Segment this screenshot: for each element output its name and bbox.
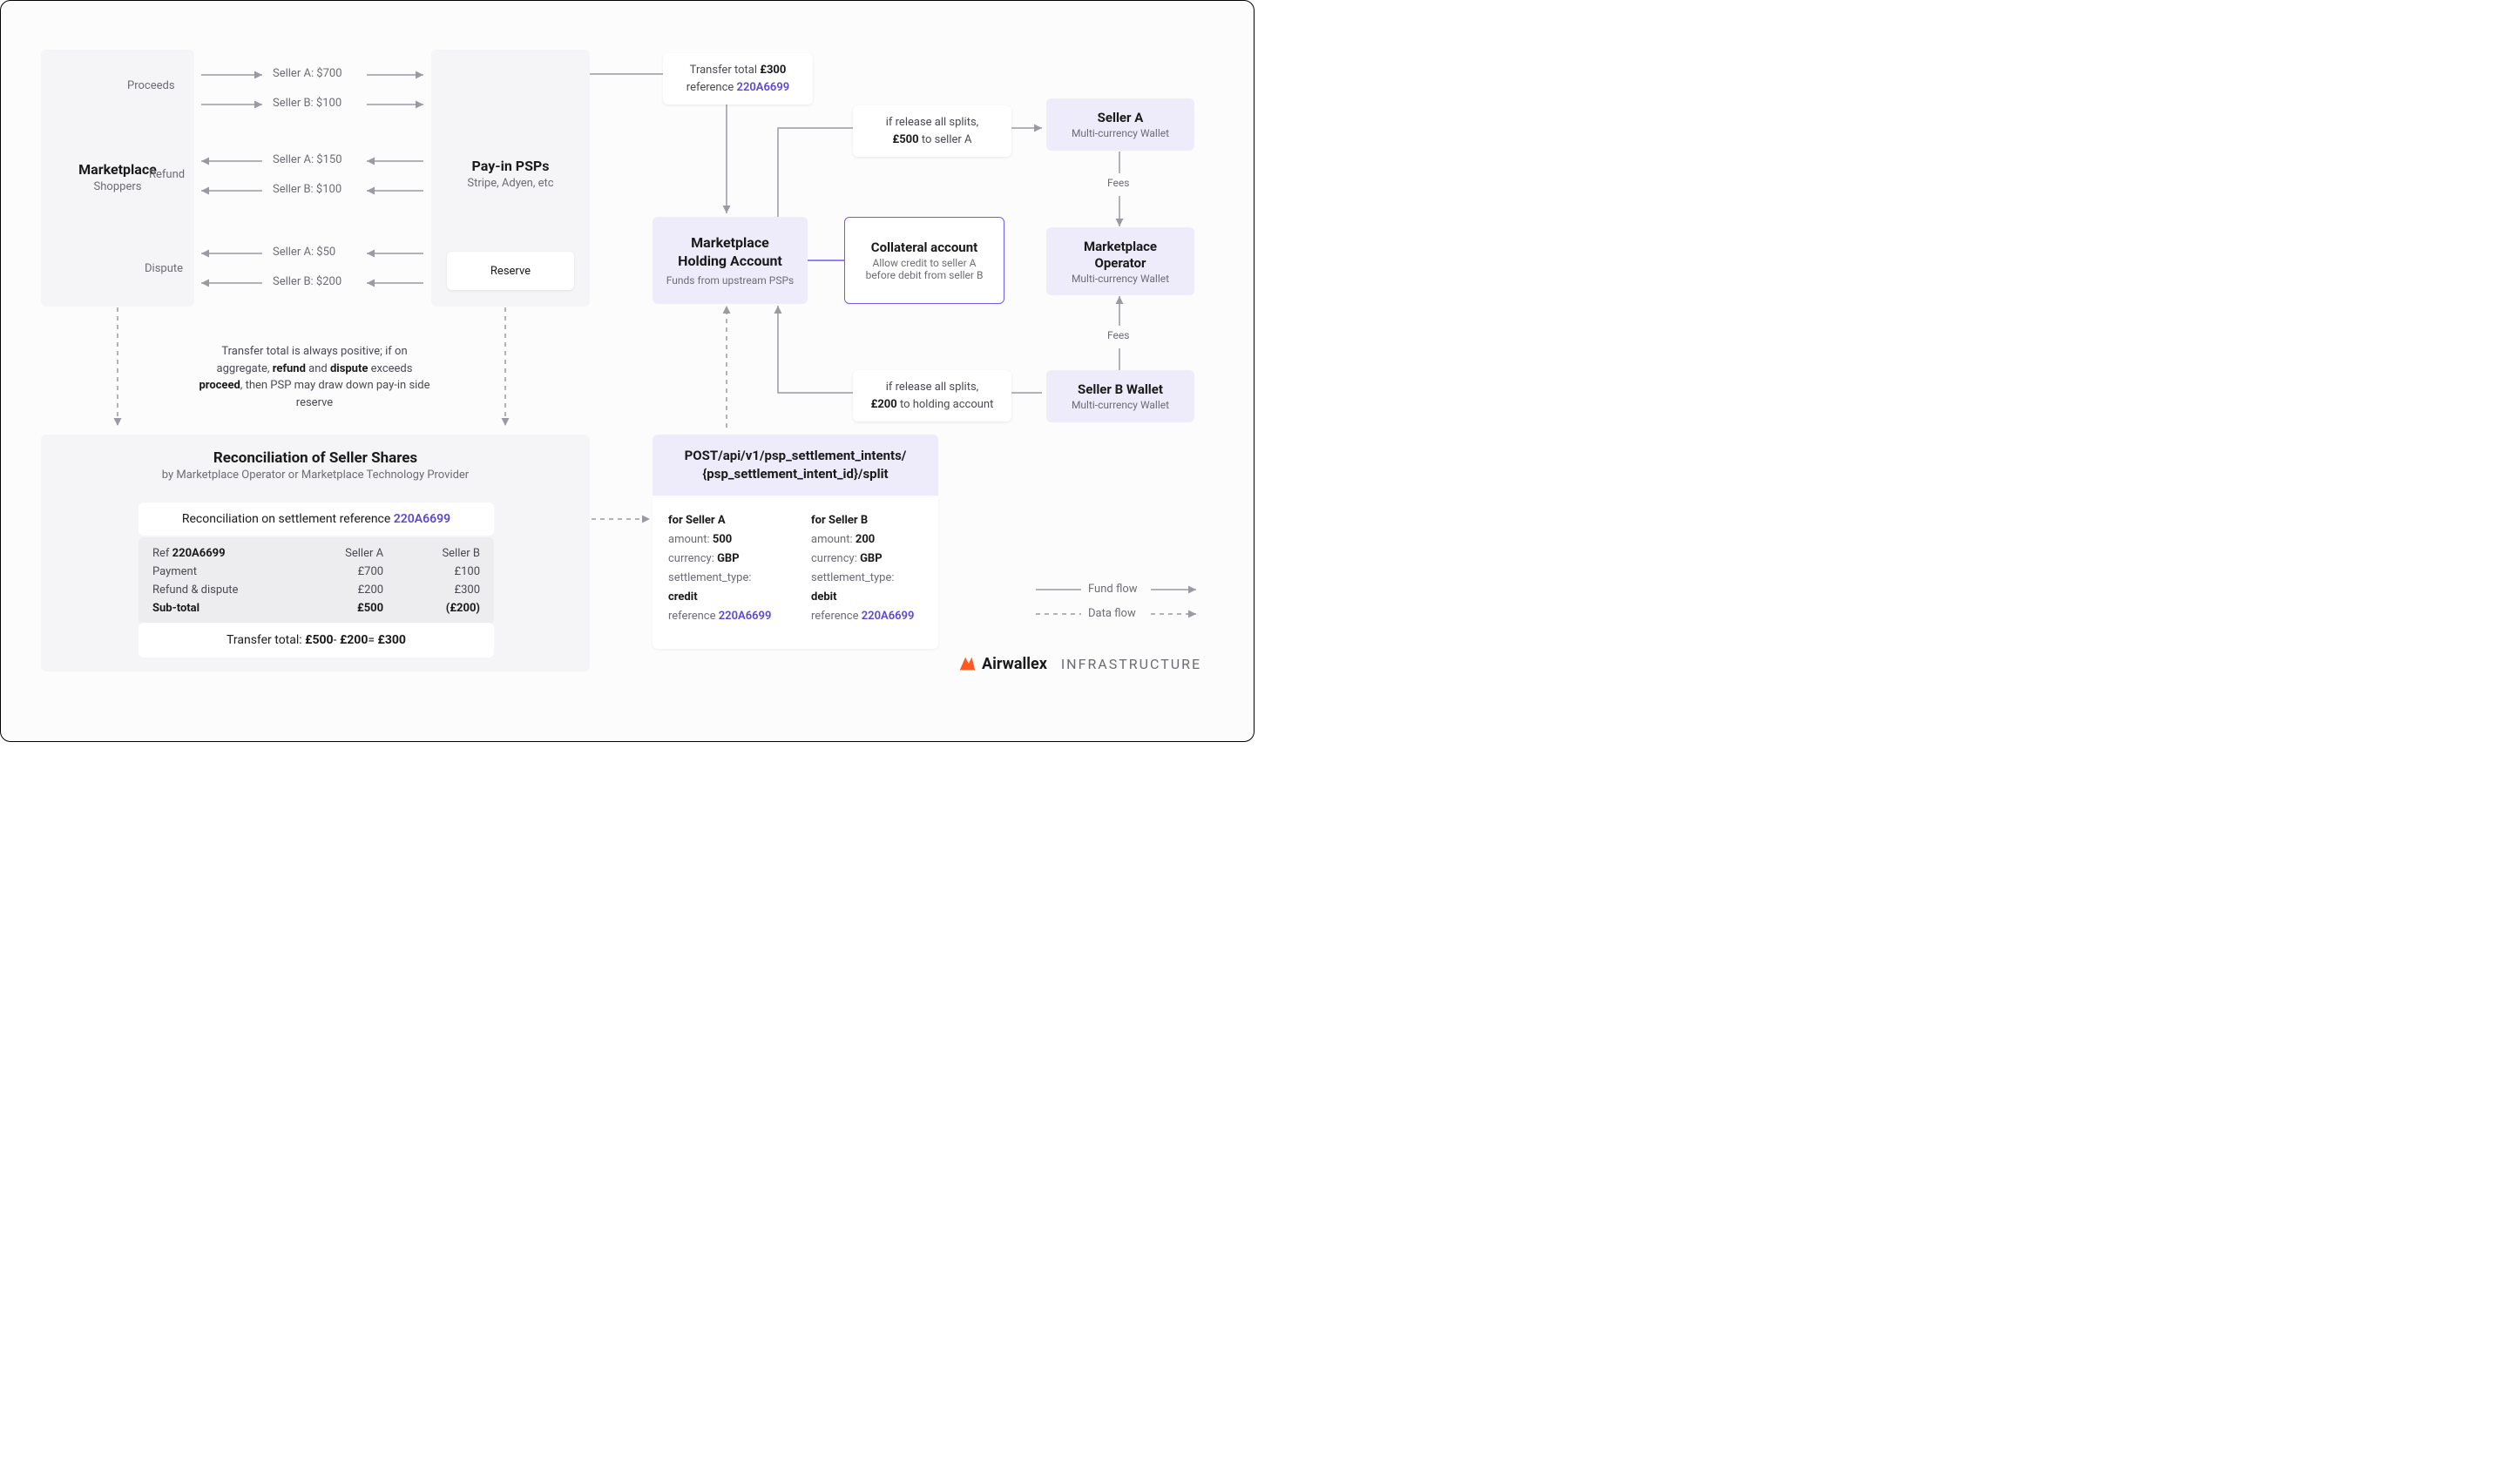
operator-title-1: Marketplace [1084, 239, 1157, 256]
psp-title: Pay-in PSPs [472, 158, 550, 176]
operator-sub: Multi-currency Wallet [1072, 273, 1169, 285]
fees-label-bottom: Fees [1107, 329, 1129, 341]
recon-refbar: Reconciliation on settlement reference 2… [139, 503, 494, 536]
dispute-b: Seller B: $200 [273, 275, 342, 288]
collateral-sub1: Allow credit to seller A [873, 257, 977, 269]
reserve-label: Reserve [490, 265, 531, 278]
seller-b-box: Seller B Wallet Multi-currency Wallet [1046, 370, 1194, 422]
fees-label-top: Fees [1107, 177, 1129, 189]
api-endpoint-box: POST/api/v1/psp_settlement_intents/ {psp… [653, 435, 938, 496]
transfer-total-bar: Transfer total: £500 - £200 = £300 [139, 623, 494, 658]
collateral-title: Collateral account [871, 239, 977, 257]
api-col-b: for Seller B amount: 200 currency: GBP s… [795, 497, 938, 649]
collateral-box: Collateral account Allow credit to selle… [844, 217, 1004, 304]
api-col-a: for Seller A amount: 500 currency: GBP s… [653, 497, 795, 649]
operator-box: Marketplace Operator Multi-currency Wall… [1046, 227, 1194, 295]
recon-sub: by Marketplace Operator or Marketplace T… [41, 468, 590, 483]
split-b-note: if release all splits, £200 to holding a… [853, 370, 1011, 422]
split-a-note: if release all splits, £500 to seller A [853, 105, 1011, 157]
recon-title: Reconciliation of Seller Shares [41, 449, 590, 468]
seller-a-title: Seller A [1098, 110, 1144, 127]
operator-title-2: Operator [1095, 255, 1146, 273]
refund-label: Refund [149, 168, 185, 181]
brand-logo: Airwallex INFRASTRUCTURE [957, 654, 1201, 673]
legend-data: Data flow [1088, 607, 1136, 620]
brand-name: Airwallex [982, 655, 1047, 673]
transfer-note: Transfer total £300 reference 220A6699 [663, 53, 813, 105]
api-body: for Seller A amount: 500 currency: GBP s… [653, 497, 938, 649]
refund-a: Seller A: $150 [273, 153, 342, 166]
collateral-sub2: before debit from seller B [866, 269, 984, 281]
dispute-label: Dispute [145, 262, 183, 275]
seller-a-box: Seller A Multi-currency Wallet [1046, 98, 1194, 151]
proceeds-label: Proceeds [127, 79, 175, 92]
seller-a-sub: Multi-currency Wallet [1072, 127, 1169, 139]
refund-b: Seller B: $100 [273, 183, 342, 196]
dispute-a: Seller A: $50 [273, 246, 335, 259]
reserve-box: Reserve [447, 252, 574, 290]
holding-title-2: Holding Account [678, 253, 782, 271]
airwallex-icon [957, 654, 977, 673]
infra-label: INFRASTRUCTURE [1061, 656, 1201, 672]
holding-sub: Funds from upstream PSPs [666, 274, 794, 287]
marketplace-sub: Shoppers [94, 179, 142, 195]
marketplace-title: Marketplace [78, 161, 157, 179]
holding-account-box: Marketplace Holding Account Funds from u… [653, 217, 808, 304]
legend-fund: Fund flow [1088, 583, 1138, 596]
recon-table: Ref 220A6699 Seller A Seller B Payment £… [139, 537, 494, 624]
psp-sub: Stripe, Adyen, etc [467, 176, 553, 192]
holding-title-1: Marketplace [691, 234, 769, 253]
seller-b-sub: Multi-currency Wallet [1072, 399, 1169, 411]
seller-b-title: Seller B Wallet [1078, 381, 1163, 399]
reserve-note: Transfer total is always positive; if on… [196, 343, 433, 411]
proceeds-a: Seller A: $700 [273, 67, 342, 80]
diagram-canvas: Marketplace Shoppers Proceeds Refund Dis… [0, 0, 1254, 742]
proceeds-b: Seller B: $100 [273, 97, 342, 110]
